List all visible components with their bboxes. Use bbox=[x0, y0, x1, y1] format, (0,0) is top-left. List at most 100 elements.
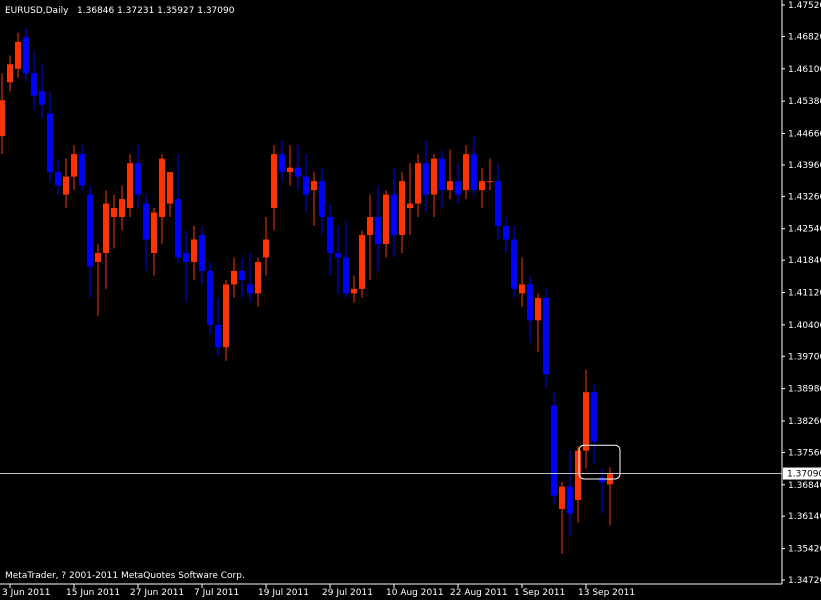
candle-body-bull bbox=[431, 158, 437, 195]
candle-body-bear bbox=[199, 235, 205, 271]
y-tick-label: 1.47520 bbox=[788, 1, 821, 11]
candle-body-bear bbox=[183, 252, 189, 262]
candle-body-bull bbox=[223, 284, 229, 348]
candle-body-bull bbox=[367, 217, 373, 235]
candle-body-bull bbox=[271, 154, 277, 209]
y-tick-label: 1.40400 bbox=[788, 321, 821, 331]
y-tick-label: 1.46820 bbox=[788, 32, 821, 42]
candle-body-bear bbox=[551, 405, 557, 496]
chart-background bbox=[0, 0, 821, 600]
candle-body-bull bbox=[399, 181, 405, 235]
candle-body-bear bbox=[567, 486, 573, 514]
candle-body-bear bbox=[247, 284, 253, 294]
candle-body-bull bbox=[119, 199, 125, 218]
candle-body-bull bbox=[231, 270, 237, 285]
candle-body-bull bbox=[7, 64, 13, 83]
x-tick-label: 10 Aug 2011 bbox=[386, 588, 444, 598]
x-tick-label: 19 Jul 2011 bbox=[258, 588, 309, 598]
candle-body-bull bbox=[71, 154, 77, 177]
candle-body-bull bbox=[415, 163, 421, 204]
candle-body-bear bbox=[511, 239, 517, 289]
candle-body-bear bbox=[47, 113, 53, 173]
candle-body-bear bbox=[215, 324, 221, 348]
candle-body-bull bbox=[0, 100, 5, 137]
candle-body-bear bbox=[87, 194, 93, 267]
candle-body-bear bbox=[175, 199, 181, 258]
candle-body-bear bbox=[23, 37, 29, 74]
candle-body-bear bbox=[79, 154, 85, 186]
x-tick-label: 27 Jun 2011 bbox=[130, 588, 184, 598]
candle-body-bull bbox=[311, 181, 317, 191]
candle-body-bear bbox=[303, 176, 309, 195]
candle-body-bull bbox=[351, 288, 357, 294]
y-tick-label: 1.41840 bbox=[788, 256, 821, 266]
x-tick-label: 1 Sep 2011 bbox=[514, 588, 565, 598]
candle-body-bull bbox=[95, 252, 101, 262]
candle-body-bear bbox=[423, 163, 429, 195]
candle-body-bull bbox=[575, 450, 581, 501]
candle-body-bear bbox=[207, 270, 213, 325]
candle-body-bear bbox=[591, 392, 597, 442]
candle-body-bull bbox=[487, 181, 493, 183]
candle-body-bear bbox=[343, 257, 349, 294]
candle-body-bear bbox=[455, 181, 461, 195]
y-tick-label: 1.45380 bbox=[788, 97, 821, 107]
y-tick-label: 1.38980 bbox=[788, 385, 821, 395]
candle-body-bear bbox=[543, 297, 549, 375]
candle-body-bear bbox=[495, 181, 501, 227]
y-tick-label: 1.36840 bbox=[788, 481, 821, 491]
candle-body-bull bbox=[463, 154, 469, 191]
candle-body-bear bbox=[55, 172, 61, 186]
candle-body-bear bbox=[527, 284, 533, 321]
x-tick-label: 22 Aug 2011 bbox=[450, 588, 508, 598]
candle-body-bull bbox=[359, 235, 365, 289]
y-tick-label: 1.39700 bbox=[788, 352, 821, 362]
candle-body-bear bbox=[471, 154, 477, 191]
candle-body-bull bbox=[479, 181, 485, 191]
ohlc-label: 1.36846 1.37231 1.35927 1.37090 bbox=[77, 6, 235, 16]
y-tick-label: 1.36140 bbox=[788, 512, 821, 522]
candle-body-bear bbox=[39, 91, 45, 105]
candle-body-bull bbox=[263, 239, 269, 258]
candle-body-bear bbox=[439, 158, 445, 191]
candle-body-bull bbox=[447, 181, 453, 191]
y-tick-label: 1.41120 bbox=[788, 289, 821, 299]
candle-body-bear bbox=[599, 477, 605, 483]
y-tick-label: 1.43260 bbox=[788, 192, 821, 202]
copyright-text: MetaTrader, ? 2001-2011 MetaQuotes Softw… bbox=[5, 571, 245, 581]
candle-body-bear bbox=[279, 154, 285, 173]
x-tick-label: 3 Jun 2011 bbox=[2, 588, 50, 598]
candle-body-bear bbox=[135, 163, 141, 195]
candle-body-bear bbox=[327, 217, 333, 253]
candle-body-bull bbox=[167, 172, 173, 204]
x-tick-label: 13 Sep 2011 bbox=[578, 588, 635, 598]
y-tick-label: 1.46100 bbox=[788, 65, 821, 75]
x-tick-label: 29 Jul 2011 bbox=[322, 588, 373, 598]
candle-body-bear bbox=[335, 252, 341, 258]
y-tick-label: 1.42540 bbox=[788, 225, 821, 235]
y-tick-label: 1.34720 bbox=[788, 576, 821, 586]
candle-body-bull bbox=[287, 167, 293, 173]
candle-body-bull bbox=[191, 239, 197, 262]
candle-body-bull bbox=[111, 208, 117, 218]
candle-body-bull bbox=[127, 163, 133, 209]
candle-body-bull bbox=[255, 261, 261, 294]
candle-body-bear bbox=[31, 73, 37, 96]
x-tick-label: 7 Jul 2011 bbox=[194, 588, 239, 598]
y-tick-label: 1.37560 bbox=[788, 448, 821, 458]
candle-body-bull bbox=[583, 392, 589, 451]
candle-body-bear bbox=[319, 181, 325, 218]
symbol-label: EURUSD,Daily bbox=[5, 6, 69, 16]
y-tick-label: 1.43960 bbox=[788, 161, 821, 171]
candle-body-bear bbox=[503, 226, 509, 240]
y-tick-label: 1.44660 bbox=[788, 129, 821, 139]
candle-body-bull bbox=[103, 203, 109, 253]
candle-body-bear bbox=[391, 194, 397, 235]
candle-body-bear bbox=[143, 203, 149, 240]
candle-body-bear bbox=[239, 270, 245, 280]
y-tick-label: 1.38260 bbox=[788, 417, 821, 427]
candle-body-bull bbox=[519, 284, 525, 294]
candle-body-bull bbox=[559, 486, 565, 510]
candle-body-bear bbox=[295, 167, 301, 177]
x-tick-label: 15 Jun 2011 bbox=[66, 588, 120, 598]
